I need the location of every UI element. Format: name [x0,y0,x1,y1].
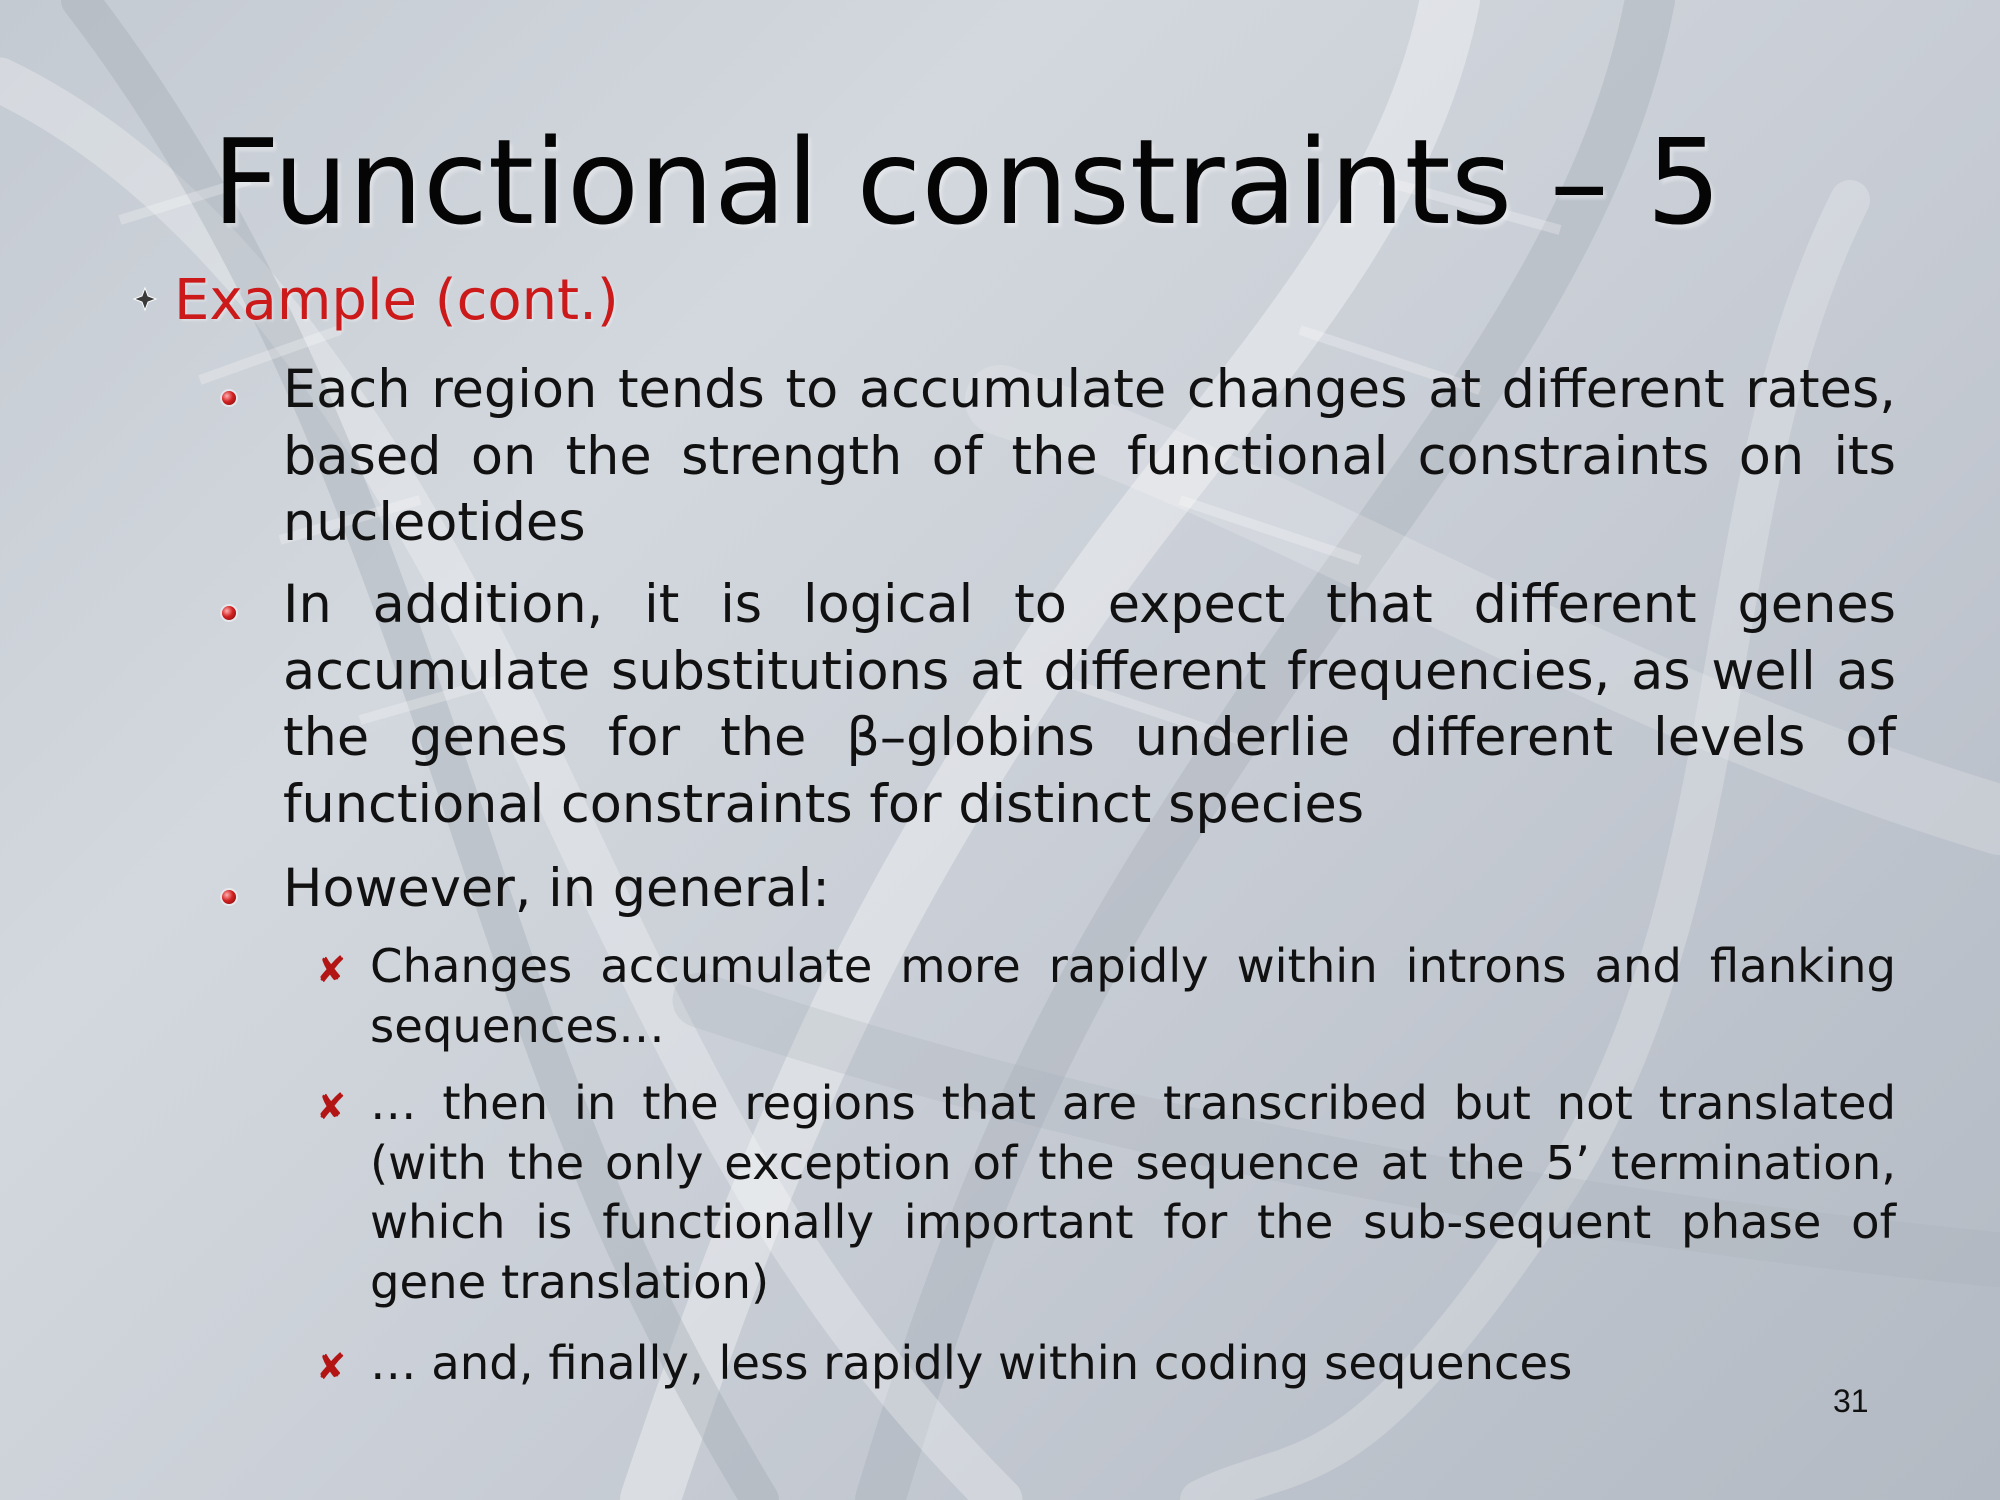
sub-bullet-paragraph: Changes accumulate more rapidly within i… [370,939,1896,1053]
red-ball-icon [222,606,236,620]
level1-item: Example (cont.) [132,268,619,333]
red-ball-icon [222,391,236,405]
page-number: 31 [1833,1383,1869,1419]
level1-label: Example (cont.) [174,268,619,333]
red-ball-icon [222,890,236,904]
x-mark-icon: ✘ [316,1347,347,1388]
sub-bullet-paragraph: … and, finally, less rapidly within codi… [370,1336,1573,1390]
bullet-paragraph: In addition, it is logical to expect tha… [283,574,1896,835]
x-mark-icon: ✘ [316,1087,347,1128]
x-mark-icon: ✘ [316,950,347,991]
sub-bullet-paragraph: … then in the regions that are transcrib… [370,1076,1896,1309]
diamond-star-icon [132,286,158,316]
slide-title: Functional constraints – 5 [212,113,1722,251]
bullet-paragraph: Each region tends to accumulate changes … [283,359,1896,553]
bullet-paragraph: However, in general: [283,858,830,919]
